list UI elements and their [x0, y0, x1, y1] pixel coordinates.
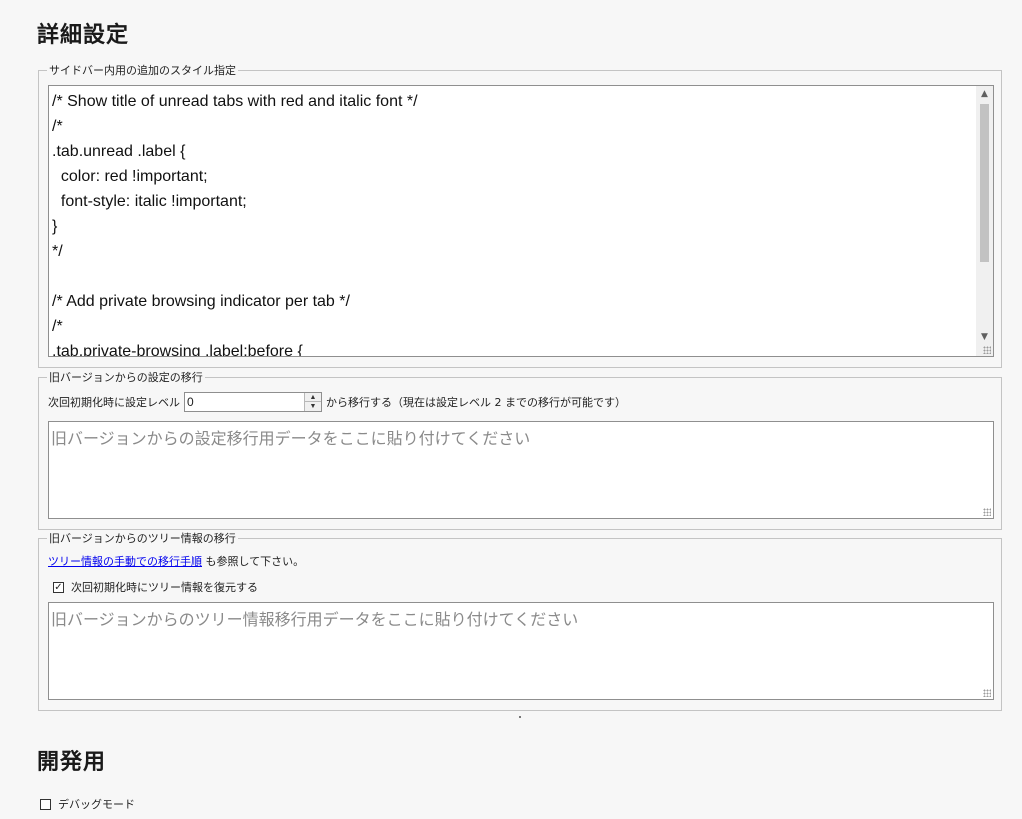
spin-down-icon[interactable]: ▼ [305, 402, 321, 411]
migration-level-row: 次回初期化時に設定レベル 0 ▲ ▼ から移行する（現在は設定レベル 2 までの… [48, 391, 626, 413]
code-line: .tab.private-browsing .label:before { [52, 343, 303, 357]
separator-dot [519, 716, 521, 718]
migration-level-spinner[interactable]: ▲ ▼ [304, 393, 321, 411]
resize-grip-icon[interactable] [983, 346, 991, 354]
resize-grip-icon[interactable] [983, 689, 991, 697]
check-icon: ✓ [54, 581, 63, 593]
code-line: color: red !important; [52, 168, 208, 185]
tree-migration-placeholder: 旧バージョンからのツリー情報移行用データをここに貼り付けてください [51, 610, 579, 629]
code-line: .tab.unread .label { [52, 143, 186, 160]
scroll-up-arrow-icon[interactable]: ▲ [976, 86, 993, 103]
config-migration-textarea[interactable]: 旧バージョンからの設定移行用データをここに貼り付けてください [48, 421, 994, 519]
advanced-settings-heading: 詳細設定 [37, 23, 130, 48]
debug-mode-row[interactable]: デバッグモード [40, 796, 135, 812]
tree-migration-note-suffix: も参照して下さい。 [205, 555, 305, 568]
restore-tree-row[interactable]: ✓ 次回初期化時にツリー情報を復元する [53, 579, 258, 595]
development-heading: 開発用 [37, 750, 107, 775]
debug-mode-checkbox[interactable] [40, 798, 51, 810]
scrollbar-thumb[interactable] [980, 104, 989, 262]
migration-level-prefix: 次回初期化時に設定レベル [48, 396, 180, 409]
code-line: */ [52, 243, 63, 260]
user-style-code: /* Show title of unread tabs with red an… [52, 89, 975, 357]
code-line: /* Add private browsing indicator per ta… [52, 293, 350, 310]
code-line: /* [52, 118, 63, 135]
tree-migration-note: ツリー情報の手動での移行手順 も参照して下さい。 [48, 553, 304, 569]
options-page: 詳細設定 サイドバー内用の追加のスタイル指定 /* Show title of … [0, 0, 1022, 819]
code-line: font-style: italic !important; [52, 193, 247, 210]
code-line: /* Show title of unread tabs with red an… [52, 93, 418, 110]
tree-migration-textarea[interactable]: 旧バージョンからのツリー情報移行用データをここに貼り付けてください [48, 602, 994, 700]
scroll-down-arrow-icon[interactable]: ▼ [976, 329, 993, 346]
restore-tree-checkbox[interactable]: ✓ [53, 581, 64, 593]
config-migration-legend: 旧バージョンからの設定の移行 [49, 371, 203, 384]
user-style-scrollbar[interactable]: ▲ ▼ [976, 86, 993, 356]
config-migration-placeholder: 旧バージョンからの設定移行用データをここに貼り付けてください [51, 429, 531, 448]
code-line: /* [52, 318, 63, 335]
migration-level-value: 0 [187, 395, 194, 409]
tree-migration-legend: 旧バージョンからのツリー情報の移行 [49, 532, 236, 545]
migration-level-suffix: から移行する（現在は設定レベル 2 までの移行が可能です） [326, 396, 626, 409]
restore-tree-label: 次回初期化時にツリー情報を復元する [71, 581, 258, 594]
code-line: } [52, 218, 58, 235]
debug-mode-label: デバッグモード [58, 798, 135, 811]
resize-grip-icon[interactable] [983, 508, 991, 516]
manual-migration-link[interactable]: ツリー情報の手動での移行手順 [48, 555, 202, 568]
migration-level-input[interactable]: 0 ▲ ▼ [184, 392, 322, 412]
spin-up-icon[interactable]: ▲ [305, 393, 321, 402]
additional-style-legend: サイドバー内用の追加のスタイル指定 [49, 64, 236, 77]
user-style-textarea[interactable]: /* Show title of unread tabs with red an… [48, 85, 994, 357]
